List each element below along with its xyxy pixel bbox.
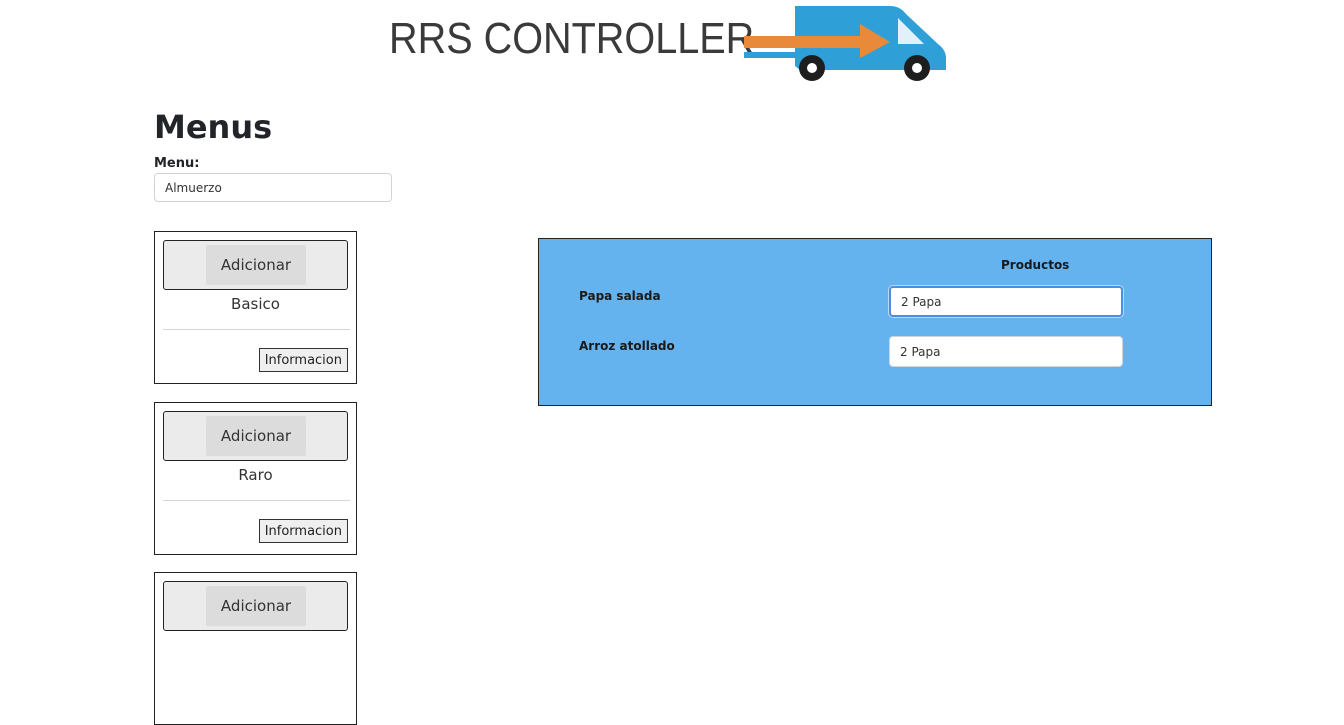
card-header: Adicionar [163, 240, 348, 290]
truck-icon [744, 6, 946, 81]
product-label: Papa salada [579, 289, 661, 303]
logo-text: RRS CONTROLLER [389, 14, 755, 63]
menu-card: Adicionar [154, 572, 357, 725]
menu-label: Menu: [154, 156, 200, 171]
menu-card: Adicionar Raro Informacion [154, 402, 357, 555]
card-name: Basico [231, 295, 280, 313]
product-quantity-input[interactable] [889, 286, 1123, 317]
menu-input[interactable] [154, 173, 392, 202]
products-panel: Productos Papa salada Arroz atollado [538, 238, 1212, 406]
info-button[interactable]: Informacion [258, 519, 348, 543]
add-button[interactable]: Adicionar [206, 586, 306, 626]
card-name: Raro [238, 466, 273, 484]
divider [163, 500, 350, 501]
divider [163, 329, 350, 330]
menu-card: Adicionar Basico Informacion [154, 231, 357, 384]
add-button[interactable]: Adicionar [206, 416, 306, 456]
product-quantity-input[interactable] [889, 336, 1123, 367]
products-header: Productos [1001, 258, 1070, 272]
info-button[interactable]: Informacion [258, 348, 348, 372]
card-header: Adicionar [163, 411, 348, 461]
page-title: Menus [154, 108, 273, 146]
add-button[interactable]: Adicionar [206, 245, 306, 285]
product-label: Arroz atollado [579, 339, 675, 353]
logo: RRS CONTROLLER [385, 0, 960, 96]
